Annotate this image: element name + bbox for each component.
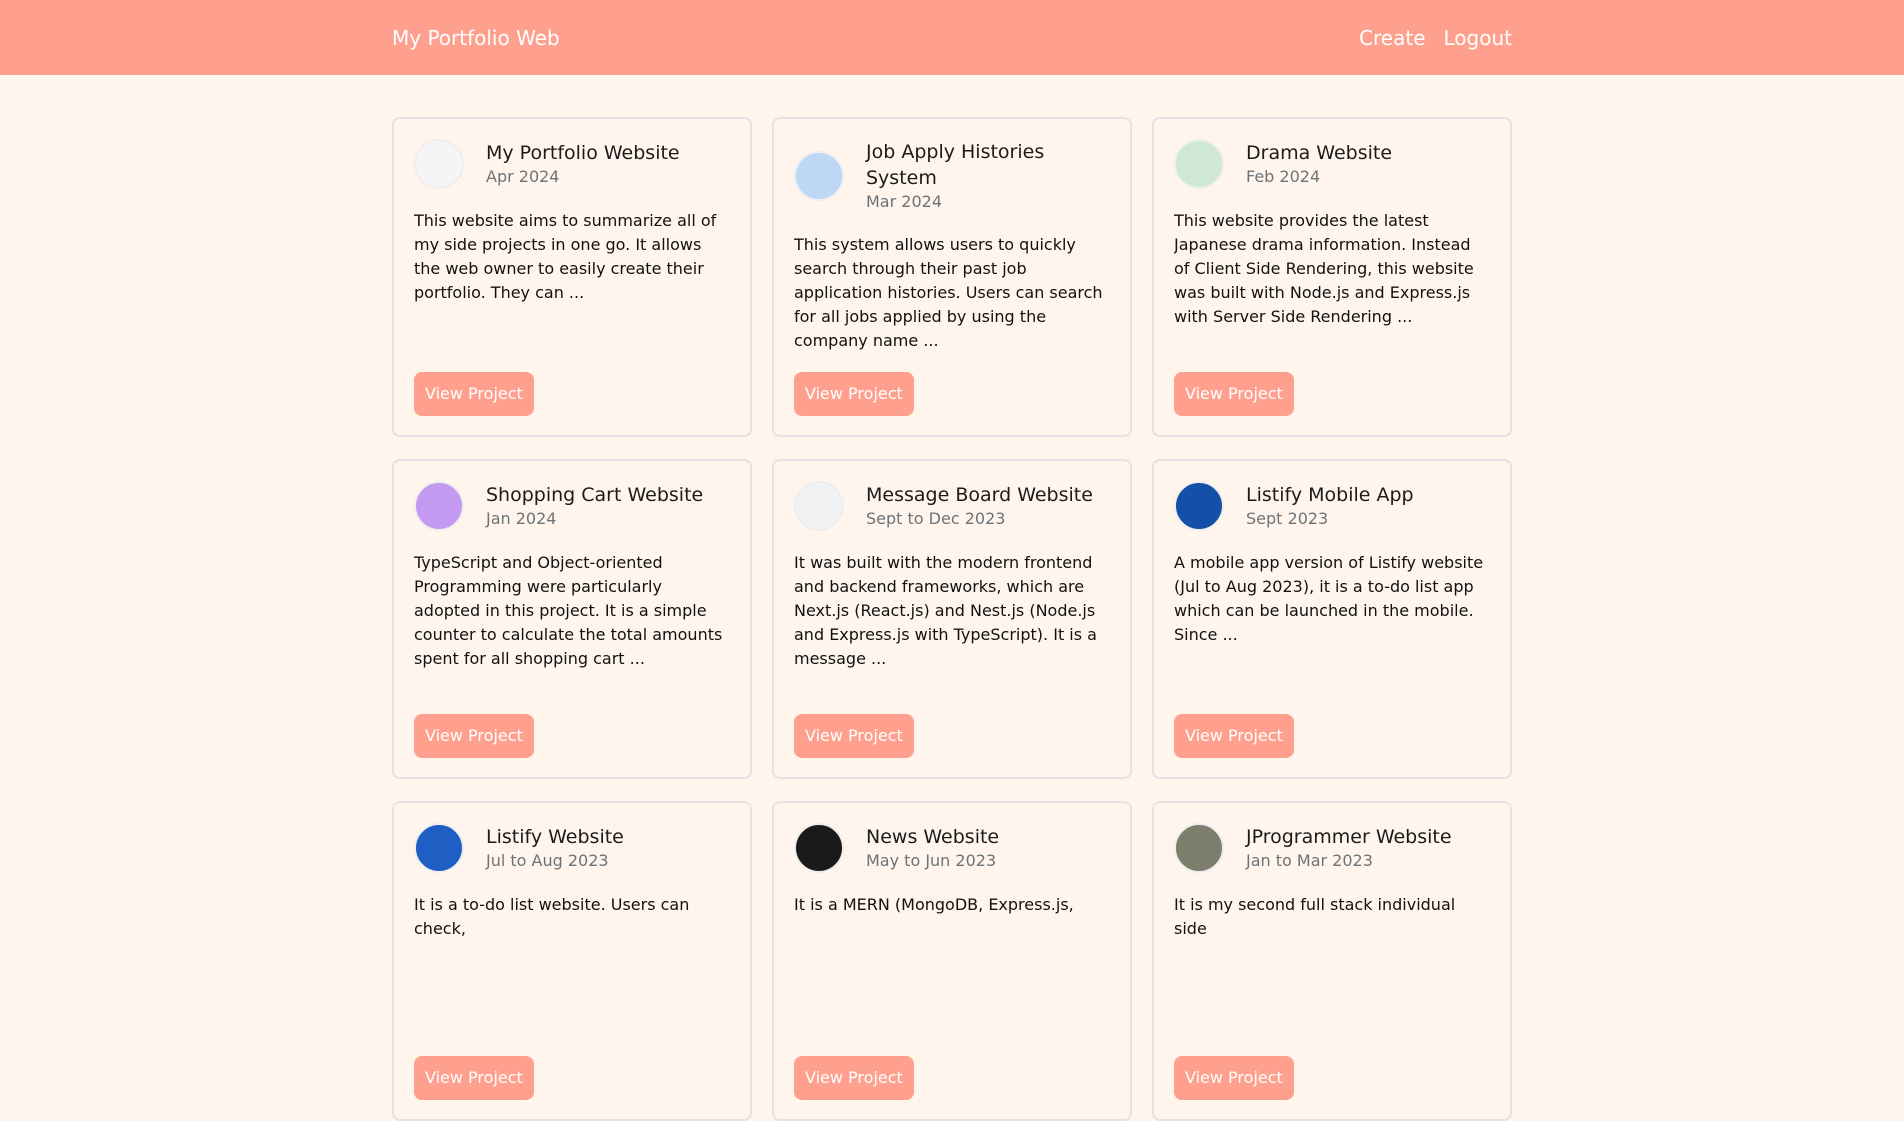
project-description: This system allows users to quickly sear… [794, 235, 1103, 350]
card-heading: Listify Mobile App Sept 2023 [1246, 482, 1414, 530]
project-thumbnail [414, 481, 464, 531]
card-heading: JProgrammer Website Jan to Mar 2023 [1246, 824, 1452, 872]
create-link[interactable]: Create [1359, 26, 1425, 50]
project-description: A mobile app version of Listify website … [1174, 553, 1484, 644]
project-description: It is my second full stack individual si… [1174, 895, 1456, 938]
project-thumbnail [1174, 823, 1224, 873]
view-project-button[interactable]: View Project [1174, 372, 1294, 416]
card-header: News Website May to Jun 2023 [794, 823, 1110, 873]
project-title: Shopping Cart Website [486, 484, 704, 506]
brand-link[interactable]: My Portfolio Web [392, 26, 560, 50]
project-description: It was built with the modern frontend an… [794, 553, 1097, 668]
project-thumbnail [1174, 481, 1224, 531]
card-heading: News Website May to Jun 2023 [866, 824, 999, 872]
project-description: This website provides the latest Japanes… [1174, 211, 1474, 326]
project-date: Sept to Dec 2023 [866, 509, 1006, 528]
project-thumbnail [794, 823, 844, 873]
view-project-button[interactable]: View Project [1174, 714, 1294, 758]
project-date: Jan 2024 [486, 509, 557, 528]
project-description: It is a to-do list website. Users can ch… [414, 895, 690, 938]
project-card: Shopping Cart Website Jan 2024 TypeScrip… [392, 459, 752, 779]
project-thumbnail [414, 823, 464, 873]
view-project-button[interactable]: View Project [1174, 1056, 1294, 1100]
project-card: Message Board Website Sept to Dec 2023 I… [772, 459, 1132, 779]
project-date: Apr 2024 [486, 167, 560, 186]
project-thumbnail [414, 139, 464, 189]
card-header: Message Board Website Sept to Dec 2023 [794, 481, 1110, 531]
view-project-button[interactable]: View Project [414, 1056, 534, 1100]
card-header: JProgrammer Website Jan to Mar 2023 [1174, 823, 1490, 873]
project-title: News Website [866, 826, 1000, 848]
project-thumbnail [794, 151, 844, 201]
project-date: Mar 2024 [866, 192, 942, 211]
card-header: Listify Mobile App Sept 2023 [1174, 481, 1490, 531]
project-card: Listify Mobile App Sept 2023 A mobile ap… [1152, 459, 1512, 779]
card-heading: Job Apply Histories System Mar 2024 [866, 139, 1110, 213]
project-description: It is a MERN (MongoDB, Express.js, [794, 895, 1074, 914]
project-date: Sept 2023 [1246, 509, 1329, 528]
logout-link[interactable]: Logout [1444, 26, 1512, 50]
project-date: May to Jun 2023 [866, 851, 997, 870]
card-header: Listify Website Jul to Aug 2023 [414, 823, 730, 873]
project-date: Jul to Aug 2023 [486, 851, 609, 870]
project-thumbnail [1174, 139, 1224, 189]
project-title: Message Board Website [866, 484, 1093, 506]
project-date: Jan to Mar 2023 [1246, 851, 1373, 870]
card-header: Job Apply Histories System Mar 2024 [794, 139, 1110, 213]
project-title: JProgrammer Website [1246, 826, 1452, 848]
project-date: Feb 2024 [1246, 167, 1321, 186]
card-header: My Portfolio Website Apr 2024 [414, 139, 730, 189]
view-project-button[interactable]: View Project [414, 372, 534, 416]
card-header: Drama Website Feb 2024 [1174, 139, 1490, 189]
card-heading: Drama Website Feb 2024 [1246, 140, 1392, 188]
card-heading: Message Board Website Sept to Dec 2023 [866, 482, 1093, 530]
card-header: Shopping Cart Website Jan 2024 [414, 481, 730, 531]
card-heading: Listify Website Jul to Aug 2023 [486, 824, 624, 872]
project-title: Job Apply Histories System [866, 141, 1045, 189]
card-heading: Shopping Cart Website Jan 2024 [486, 482, 703, 530]
view-project-button[interactable]: View Project [414, 714, 534, 758]
project-card: News Website May to Jun 2023 It is a MER… [772, 801, 1132, 1121]
project-thumbnail [794, 481, 844, 531]
project-card: JProgrammer Website Jan to Mar 2023 It i… [1152, 801, 1512, 1121]
project-card: Job Apply Histories System Mar 2024 This… [772, 117, 1132, 437]
project-title: Drama Website [1246, 142, 1393, 164]
navbar: My Portfolio Web Create Logout [0, 0, 1904, 75]
nav-links: Create Logout [1359, 26, 1512, 50]
card-heading: My Portfolio Website Apr 2024 [486, 140, 680, 188]
project-card: Listify Website Jul to Aug 2023 It is a … [392, 801, 752, 1121]
project-description: TypeScript and Object-oriented Programmi… [414, 553, 723, 668]
view-project-button[interactable]: View Project [794, 372, 914, 416]
view-project-button[interactable]: View Project [794, 1056, 914, 1100]
project-card: My Portfolio Website Apr 2024 This websi… [392, 117, 752, 437]
project-title: My Portfolio Website [486, 142, 680, 164]
project-card: Drama Website Feb 2024 This website prov… [1152, 117, 1512, 437]
view-project-button[interactable]: View Project [794, 714, 914, 758]
project-description: This website aims to summarize all of my… [414, 211, 717, 302]
project-title: Listify Website [486, 826, 624, 848]
project-grid: My Portfolio Website Apr 2024 This websi… [392, 117, 1512, 1121]
navbar-inner: My Portfolio Web Create Logout [392, 26, 1512, 50]
project-title: Listify Mobile App [1246, 484, 1414, 506]
